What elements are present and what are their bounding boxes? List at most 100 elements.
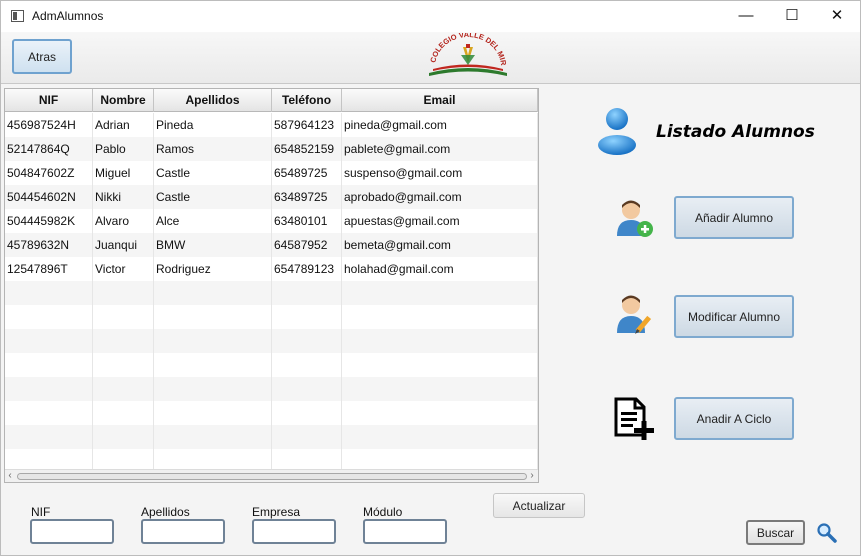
table-row[interactable]: 504445982K Alvaro Alce 63480101 apuestas@gma…: [5, 209, 538, 233]
search-button[interactable]: Buscar: [746, 520, 805, 545]
table-cell: holahad@gmail.com: [342, 257, 538, 281]
add-document-icon: [614, 397, 654, 440]
table-row[interactable]: 45789632N Juanqui BMW 64587952 bemeta@gmail.…: [5, 233, 538, 257]
table-cell: 52147864Q: [5, 137, 93, 161]
table-cell: [272, 329, 342, 353]
empty-table-row[interactable]: [5, 377, 538, 401]
table-cell: [93, 401, 154, 425]
table-row[interactable]: 504847602Z Miguel Castle 65489725 suspenso@g…: [5, 161, 538, 185]
table-cell: Rodriguez: [154, 257, 272, 281]
refresh-button[interactable]: Actualizar: [493, 493, 585, 518]
table-cell: [93, 329, 154, 353]
table-cell: [93, 425, 154, 449]
app-icon: [11, 10, 24, 22]
empty-table-row[interactable]: [5, 329, 538, 353]
maximize-button[interactable]: ☐: [769, 1, 815, 32]
minimize-button[interactable]: —: [723, 1, 769, 32]
table-cell: Juanqui: [93, 233, 154, 257]
table-cell: [154, 425, 272, 449]
panel-title: Listado Alumnos: [656, 122, 815, 142]
table-cell: [5, 329, 93, 353]
table-cell: [272, 281, 342, 305]
table-row[interactable]: 504454602N Nikki Castle 63489725 aprobado@gm…: [5, 185, 538, 209]
table-cell: [154, 281, 272, 305]
close-button[interactable]: ✕: [814, 1, 860, 32]
table-cell: suspenso@gmail.com: [342, 161, 538, 185]
add-student-button[interactable]: Añadir Alumno: [674, 196, 794, 239]
table-cell: aprobado@gmail.com: [342, 185, 538, 209]
table-cell: 63489725: [272, 185, 342, 209]
table-cell: [5, 401, 93, 425]
table-cell: [342, 377, 538, 401]
table-cell: [5, 377, 93, 401]
empty-table-row[interactable]: [5, 305, 538, 329]
column-header[interactable]: Nombre: [93, 89, 154, 112]
table-row[interactable]: 456987524H Adrian Pineda 587964123 pineda@gm…: [5, 113, 538, 137]
table-cell: [272, 401, 342, 425]
empty-table-row[interactable]: [5, 353, 538, 377]
table-cell: [342, 281, 538, 305]
modulo-input[interactable]: [363, 519, 447, 544]
table-cell: [5, 305, 93, 329]
table-cell: 504847602Z: [5, 161, 93, 185]
modulo-label: Módulo: [363, 505, 403, 519]
table-cell: [5, 353, 93, 377]
table-cell: [272, 377, 342, 401]
table-cell: 504454602N: [5, 185, 93, 209]
table-cell: [154, 329, 272, 353]
table-cell: [154, 353, 272, 377]
table-cell: [342, 305, 538, 329]
empty-table-row[interactable]: [5, 401, 538, 425]
column-header[interactable]: Email: [342, 89, 538, 112]
table-cell: 63480101: [272, 209, 342, 233]
table-cell: pablete@gmail.com: [342, 137, 538, 161]
search-icon[interactable]: [816, 522, 838, 544]
table-cell: [5, 425, 93, 449]
table-row[interactable]: 52147864Q Pablo Ramos 654852159 pablete@gmai…: [5, 137, 538, 161]
table-cell: [272, 305, 342, 329]
table-cell: [342, 425, 538, 449]
table-cell: [93, 281, 154, 305]
table-cell: [272, 353, 342, 377]
horizontal-scrollbar[interactable]: ‹ ›: [5, 469, 538, 482]
title-bar: AdmAlumnos — ☐ ✕: [1, 1, 860, 32]
table-cell: Castle: [154, 185, 272, 209]
table-cell: [5, 281, 93, 305]
table-cell: Castle: [154, 161, 272, 185]
nif-input[interactable]: [30, 519, 114, 544]
table-cell: BMW: [154, 233, 272, 257]
table-cell: bemeta@gmail.com: [342, 233, 538, 257]
table-header: NIF Nombre Apellidos Teléfono Email: [5, 89, 538, 112]
add-to-cycle-button[interactable]: Anadir A Ciclo: [674, 397, 794, 440]
add-user-icon: [617, 200, 653, 237]
table-cell: [93, 377, 154, 401]
table-cell: Miguel: [93, 161, 154, 185]
table-cell: 654789123: [272, 257, 342, 281]
apellidos-input[interactable]: [141, 519, 225, 544]
table-cell: [272, 425, 342, 449]
empty-table-row[interactable]: [5, 281, 538, 305]
scroll-right-icon[interactable]: ›: [527, 470, 537, 482]
table-cell: 64587952: [272, 233, 342, 257]
table-cell: [342, 353, 538, 377]
empresa-label: Empresa: [252, 505, 301, 519]
empty-table-row[interactable]: [5, 425, 538, 449]
table-cell: 587964123: [272, 113, 342, 137]
students-table[interactable]: NIF Nombre Apellidos Teléfono Email 4569…: [4, 88, 539, 483]
table-cell: 456987524H: [5, 113, 93, 137]
table-cell: [93, 305, 154, 329]
back-button[interactable]: Atras: [12, 39, 72, 74]
column-header[interactable]: NIF: [5, 89, 93, 112]
table-cell: 45789632N: [5, 233, 93, 257]
school-logo: COLEGIO VALLE DEL MIRO: [421, 33, 508, 76]
scrollbar-thumb[interactable]: [17, 473, 527, 480]
table-row[interactable]: 12547896T Victor Rodriguez 654789123 holahad…: [5, 257, 538, 281]
apellidos-label: Apellidos: [141, 505, 190, 519]
empresa-input[interactable]: [252, 519, 336, 544]
table-cell: Pablo: [93, 137, 154, 161]
column-header[interactable]: Apellidos: [154, 89, 272, 112]
table-cell: [154, 305, 272, 329]
modify-student-button[interactable]: Modificar Alumno: [674, 295, 794, 338]
scroll-left-icon[interactable]: ‹: [5, 470, 15, 482]
column-header[interactable]: Teléfono: [272, 89, 342, 112]
